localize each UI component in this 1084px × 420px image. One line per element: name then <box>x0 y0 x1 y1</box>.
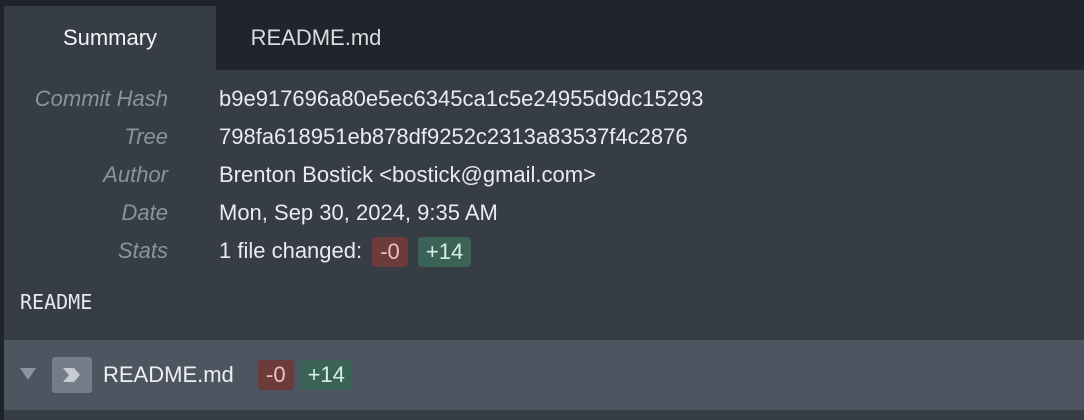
file-row-readme-md[interactable]: README.md -0 +14 <box>4 340 1084 410</box>
commit-hash-value[interactable]: b9e917696a80e5ec6345ca1c5e24955d9dc15293 <box>219 80 703 118</box>
commit-summary: Commit Hash b9e917696a80e5ec6345ca1c5e24… <box>4 80 1084 270</box>
author-value[interactable]: Brenton Bostick <bostick@gmail.com> <box>219 156 596 194</box>
additions-badge: +14 <box>417 237 472 268</box>
stats-row: Stats 1 file changed: -0 +14 <box>4 232 1084 270</box>
date-label: Date <box>121 200 168 225</box>
file-deletions-badge: -0 <box>258 360 294 390</box>
file-change-badges: -0 +14 <box>258 360 359 390</box>
author-label: Author <box>103 162 168 187</box>
stats-value: 1 file changed: -0 +14 <box>219 232 472 270</box>
disclosure-triangle-icon[interactable] <box>20 368 36 380</box>
commit-hash-label: Commit Hash <box>34 86 168 111</box>
stats-text: 1 file changed: <box>219 238 363 263</box>
commit-details-window: Summary README.md Commit Hash b9e917696a… <box>4 6 1084 420</box>
tree-row: Tree 798fa618951eb878df9252c2313a83537f4… <box>4 118 1084 156</box>
author-row: Author Brenton Bostick <bostick@gmail.co… <box>4 156 1084 194</box>
tab-summary[interactable]: Summary <box>4 6 216 70</box>
file-name[interactable]: README.md <box>103 340 234 410</box>
date-row: Date Mon, Sep 30, 2024, 9:35 AM <box>4 194 1084 232</box>
file-additions-badge: +14 <box>299 360 353 390</box>
tab-bar: Summary README.md <box>4 6 1084 70</box>
commit-hash-row: Commit Hash b9e917696a80e5ec6345ca1c5e24… <box>4 80 1084 118</box>
tree-label: Tree <box>124 124 168 149</box>
tab-readme-md[interactable]: README.md <box>216 6 416 70</box>
tree-value[interactable]: 798fa618951eb878df9252c2313a83537f4c2876 <box>219 118 688 156</box>
readme-section-heading: README <box>20 290 93 314</box>
stats-label: Stats <box>117 238 168 263</box>
markdown-file-icon <box>52 357 92 393</box>
date-value: Mon, Sep 30, 2024, 9:35 AM <box>219 200 498 225</box>
deletions-badge: -0 <box>372 237 408 268</box>
